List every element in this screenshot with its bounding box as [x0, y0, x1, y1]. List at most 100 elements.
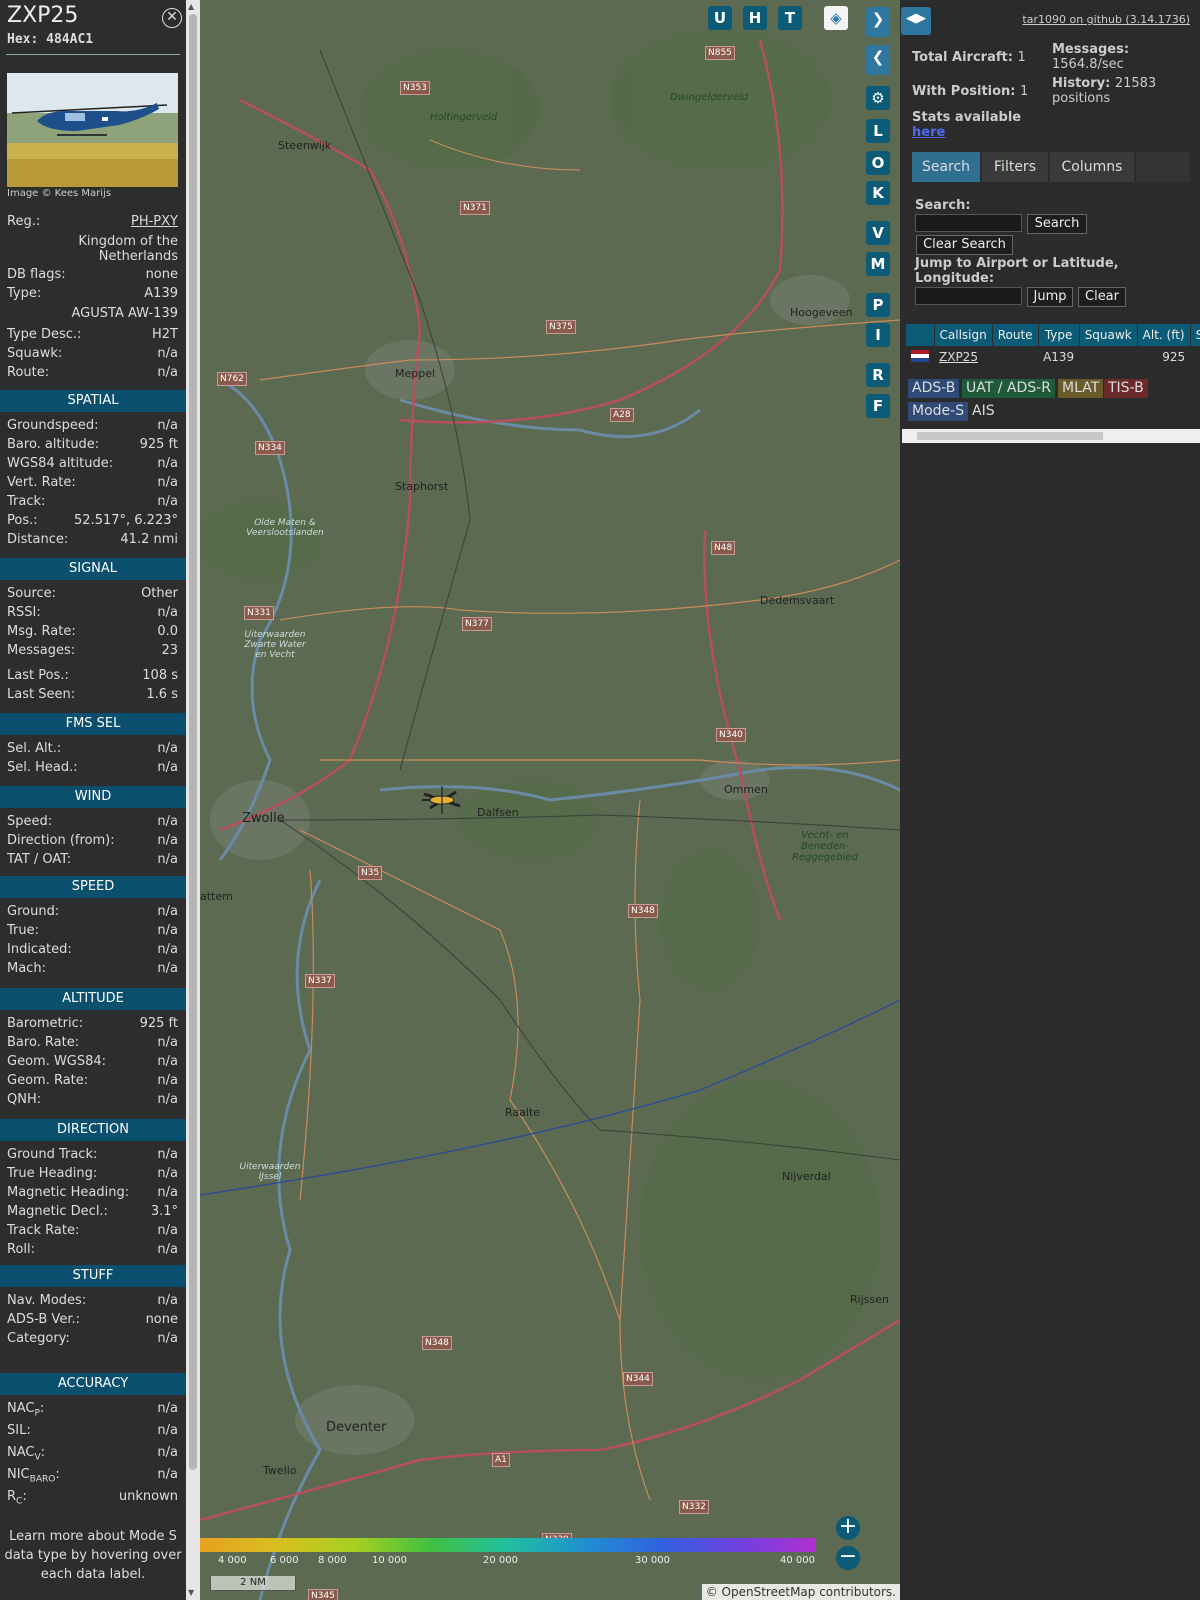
toggle-v-button[interactable]: V [866, 221, 890, 245]
column-header-speed[interactable]: Spd. [1190, 324, 1200, 346]
column-header-callsign[interactable]: Callsign [934, 324, 993, 346]
table-row[interactable]: ZXP25 A139 925 [906, 346, 1200, 368]
toggle-f-button[interactable]: F [866, 394, 890, 418]
detail-label[interactable]: Geom. Rate: [7, 1072, 88, 1090]
detail-label[interactable]: Track Rate: [7, 1222, 79, 1240]
detail-label[interactable]: NICBARO: [7, 1466, 60, 1489]
detail-label[interactable]: Route: [7, 364, 49, 382]
detail-label[interactable]: Distance: [7, 531, 68, 549]
detail-label[interactable]: Messages: [7, 642, 75, 660]
detail-label[interactable]: Ground Track: [7, 1146, 97, 1164]
detail-label[interactable]: RC: [7, 1488, 27, 1511]
github-link[interactable]: tar1090 on github (3.14.1736) [1022, 13, 1190, 26]
source-chip-modes[interactable]: Mode-S [908, 402, 969, 421]
table-horizontal-scrollbar[interactable] [902, 429, 1200, 443]
source-chip-adsb[interactable]: ADS-B [908, 379, 960, 398]
detail-label[interactable]: Groundspeed: [7, 417, 98, 435]
left-panel-scrollbar[interactable]: ▲ ▼ [186, 0, 200, 1600]
source-chip-mlat[interactable]: MLAT [1058, 379, 1104, 398]
scrollbar-thumb[interactable] [189, 14, 197, 1470]
scrollbar-thumb[interactable] [917, 432, 1103, 440]
layers-icon[interactable]: ◈ [824, 6, 848, 30]
flag-column-header[interactable] [906, 324, 935, 346]
scroll-up-icon[interactable]: ▲ [188, 2, 194, 11]
detail-label[interactable]: Type Desc.: [7, 326, 81, 344]
toggle-l-button[interactable]: L [866, 119, 890, 143]
detail-label[interactable]: Mach: [7, 960, 46, 978]
detail-label[interactable]: SIL: [7, 1422, 31, 1440]
toggle-o-button[interactable]: O [866, 151, 890, 175]
tab-filters[interactable]: Filters [982, 152, 1048, 182]
detail-label[interactable]: DB flags: [7, 266, 66, 284]
detail-label[interactable]: Sel. Head.: [7, 759, 78, 777]
close-icon[interactable]: ✕ [162, 8, 182, 28]
detail-label[interactable]: NACP: [7, 1400, 44, 1423]
detail-label[interactable]: Sel. Alt.: [7, 740, 61, 758]
search-button[interactable]: Search [1027, 214, 1087, 234]
toggle-h-button[interactable]: H [743, 6, 767, 30]
column-header-type[interactable]: Type [1038, 324, 1080, 346]
detail-label[interactable]: Type: [7, 285, 41, 303]
toggle-i-button[interactable]: I [866, 323, 890, 347]
stats-link[interactable]: here [912, 125, 1021, 140]
detail-label[interactable]: ADS-B Ver.: [7, 1311, 80, 1329]
detail-label[interactable]: QNH: [7, 1091, 41, 1109]
tab-extra[interactable] [1136, 152, 1190, 182]
jump-button[interactable]: Jump [1027, 287, 1073, 307]
clear-button[interactable]: Clear [1078, 287, 1126, 307]
detail-label[interactable]: Roll: [7, 1241, 35, 1259]
toggle-k-button[interactable]: K [866, 181, 890, 205]
detail-label[interactable]: Source: [7, 585, 56, 603]
detail-label[interactable]: NACV: [7, 1444, 45, 1467]
map-view[interactable]: Steenwijk Meppel Staphorst Hoogeveen Ded… [200, 0, 900, 1600]
clear-search-button[interactable]: Clear Search [916, 235, 1013, 255]
detail-label[interactable]: Baro. Rate: [7, 1034, 79, 1052]
column-header-route[interactable]: Route [992, 324, 1039, 346]
tab-columns[interactable]: Columns [1050, 152, 1134, 182]
detail-label[interactable]: TAT / OAT: [7, 851, 71, 869]
detail-label[interactable]: Last Seen: [7, 686, 75, 704]
settings-gear-icon[interactable]: ⚙ [866, 86, 890, 110]
detail-label[interactable]: Indicated: [7, 941, 72, 959]
scroll-down-icon[interactable]: ▼ [188, 1588, 194, 1597]
toggle-t-button[interactable]: T [778, 6, 802, 30]
map-attribution[interactable]: © OpenStreetMap contributors. [701, 1584, 900, 1600]
detail-label[interactable]: Squawk: [7, 345, 62, 363]
expand-collapse-icon[interactable]: ◀▶ [901, 7, 931, 35]
detail-label[interactable]: Category: [7, 1330, 70, 1348]
detail-label[interactable]: Track: [7, 493, 45, 511]
detail-label[interactable]: Vert. Rate: [7, 474, 76, 492]
source-chip-tisb[interactable]: TIS-B [1104, 379, 1148, 398]
detail-label[interactable]: Baro. altitude: [7, 436, 99, 454]
detail-label[interactable]: Msg. Rate: [7, 623, 76, 641]
toggle-r-button[interactable]: R [866, 363, 890, 387]
zoom-out-icon[interactable]: − [836, 1546, 860, 1570]
detail-label[interactable]: RSSI: [7, 604, 41, 622]
source-chip-uat[interactable]: UAT / ADS-R [962, 379, 1055, 398]
detail-label[interactable]: True: [7, 922, 39, 940]
detail-label[interactable]: Speed: [7, 813, 52, 831]
detail-label[interactable]: Magnetic Heading: [7, 1184, 129, 1202]
detail-label[interactable]: Geom. WGS84: [7, 1053, 106, 1071]
detail-label[interactable]: Reg.: [7, 213, 40, 231]
detail-label[interactable]: Direction (from): [7, 832, 115, 850]
chevron-right-icon[interactable]: ❯ [866, 7, 890, 37]
detail-label[interactable]: Ground: [7, 903, 59, 921]
chevron-left-icon[interactable]: ❮ [866, 45, 890, 75]
detail-label[interactable]: WGS84 altitude: [7, 455, 113, 473]
column-header-squawk[interactable]: Squawk [1079, 324, 1138, 346]
toggle-m-button[interactable]: M [866, 252, 890, 276]
detail-label[interactable]: Last Pos.: [7, 667, 69, 685]
source-chip-ais[interactable]: AIS [968, 402, 999, 421]
detail-value[interactable]: PH-PXY [131, 213, 178, 231]
toggle-p-button[interactable]: P [866, 293, 890, 317]
tab-search[interactable]: Search [912, 152, 980, 182]
cell-callsign[interactable]: ZXP25 [934, 346, 992, 368]
zoom-in-icon[interactable]: + [836, 1516, 860, 1540]
detail-label[interactable]: Magnetic Decl.: [7, 1203, 108, 1221]
detail-label[interactable]: Pos.: [7, 512, 38, 530]
detail-label[interactable]: True Heading: [7, 1165, 97, 1183]
toggle-u-button[interactable]: U [708, 6, 732, 30]
search-input[interactable] [915, 214, 1022, 232]
jump-input[interactable] [915, 287, 1022, 305]
